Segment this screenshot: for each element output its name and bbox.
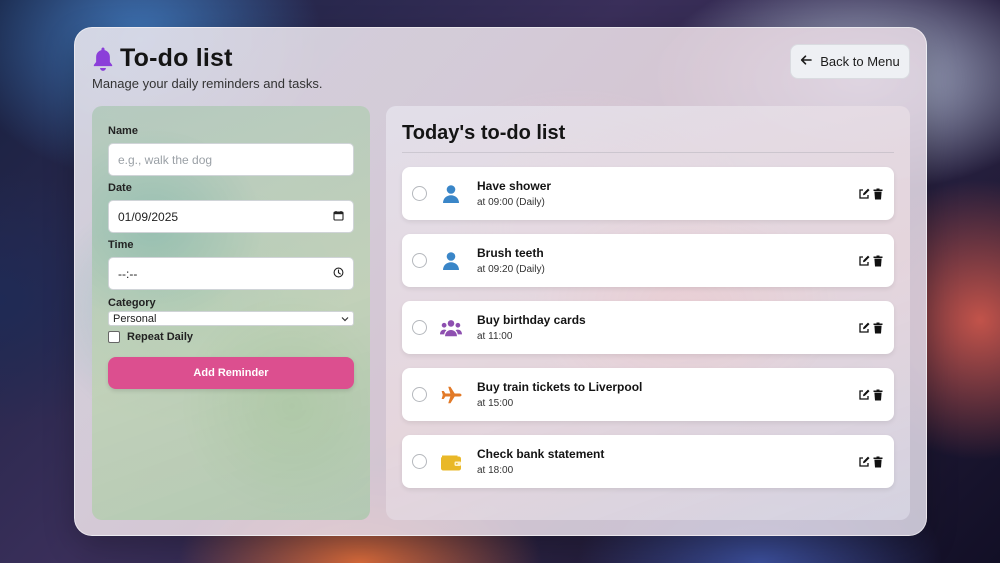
task-time: at 09:00 (Daily): [477, 197, 545, 208]
task-actions: [858, 188, 884, 200]
edit-icon[interactable]: [858, 255, 870, 267]
bell-icon: [92, 46, 114, 72]
back-to-menu-label: Back to Menu: [820, 54, 900, 69]
edit-icon[interactable]: [858, 389, 870, 401]
list-title: Today's to-do list: [402, 122, 894, 153]
task-time: at 11:00: [477, 331, 513, 342]
page-title: To-do list: [120, 44, 233, 72]
task-name: Buy birthday cards: [477, 313, 586, 327]
complete-radio[interactable]: [412, 454, 427, 469]
name-input[interactable]: [118, 152, 344, 167]
time-label: Time: [108, 239, 134, 251]
page-subtitle: Manage your daily reminders and tasks.: [92, 76, 323, 91]
task-item: Have shower at 09:00 (Daily): [402, 167, 894, 220]
task-name: Buy train tickets to Liverpool: [477, 380, 643, 394]
repeat-daily-checkbox[interactable]: [108, 331, 120, 343]
wallet-icon: [440, 451, 462, 473]
task-item: Brush teeth at 09:20 (Daily): [402, 234, 894, 287]
chevron-down-icon: [341, 313, 349, 325]
todo-list-panel: Today's to-do list Have shower at 09:00 …: [386, 106, 910, 520]
task-text: Brush teeth at 09:20 (Daily): [477, 246, 858, 275]
clock-icon[interactable]: [333, 267, 344, 281]
task-time: at 18:00: [477, 465, 514, 476]
title-row: To-do list: [92, 44, 323, 73]
trash-icon[interactable]: [872, 188, 884, 200]
task-item: Check bank statement at 18:00: [402, 435, 894, 488]
task-time: at 09:20 (Daily): [477, 264, 545, 275]
trash-icon[interactable]: [872, 322, 884, 334]
task-time: at 15:00: [477, 398, 514, 409]
complete-radio[interactable]: [412, 387, 427, 402]
reminder-form: Name Date 01/09/2025 Time --:-- Category…: [92, 106, 370, 520]
time-value: --:--: [118, 266, 138, 281]
repeat-daily-label: Repeat Daily: [127, 331, 194, 343]
complete-radio[interactable]: [412, 186, 427, 201]
task-name: Brush teeth: [477, 246, 544, 260]
complete-radio[interactable]: [412, 320, 427, 335]
task-actions: [858, 255, 884, 267]
category-value: Personal: [113, 312, 157, 325]
category-select[interactable]: Personal: [108, 311, 354, 326]
date-input[interactable]: 01/09/2025: [108, 200, 354, 233]
task-text: Buy train tickets to Liverpool at 15:00: [477, 380, 858, 409]
edit-icon[interactable]: [858, 322, 870, 334]
date-label: Date: [108, 182, 132, 194]
arrow-left-icon: [800, 54, 813, 69]
date-value: 01/09/2025: [118, 209, 179, 224]
trash-icon[interactable]: [872, 389, 884, 401]
task-item: Buy birthday cards at 11:00: [402, 301, 894, 354]
task-name: Have shower: [477, 179, 552, 193]
complete-radio[interactable]: [412, 253, 427, 268]
task-name: Check bank statement: [477, 447, 605, 461]
trash-icon[interactable]: [872, 456, 884, 468]
task-text: Have shower at 09:00 (Daily): [477, 179, 858, 208]
name-label: Name: [108, 125, 138, 137]
calendar-icon[interactable]: [333, 210, 344, 224]
category-label: Category: [108, 297, 156, 309]
repeat-daily-row: Repeat Daily: [108, 331, 354, 343]
back-to-menu-button[interactable]: Back to Menu: [790, 44, 910, 79]
app-card: To-do list Manage your daily reminders a…: [74, 27, 927, 536]
time-input[interactable]: --:--: [108, 257, 354, 290]
add-reminder-button[interactable]: Add Reminder: [108, 357, 354, 389]
person-icon: [440, 183, 462, 205]
header: To-do list Manage your daily reminders a…: [92, 44, 323, 91]
person-icon: [440, 250, 462, 272]
plane-icon: [440, 384, 462, 406]
edit-icon[interactable]: [858, 188, 870, 200]
task-actions: [858, 389, 884, 401]
edit-icon[interactable]: [858, 456, 870, 468]
task-text: Buy birthday cards at 11:00: [477, 313, 858, 342]
task-actions: [858, 456, 884, 468]
task-item: Buy train tickets to Liverpool at 15:00: [402, 368, 894, 421]
name-field-wrap: [108, 143, 354, 176]
group-icon: [440, 317, 462, 339]
task-actions: [858, 322, 884, 334]
trash-icon[interactable]: [872, 255, 884, 267]
task-text: Check bank statement at 18:00: [477, 447, 858, 476]
